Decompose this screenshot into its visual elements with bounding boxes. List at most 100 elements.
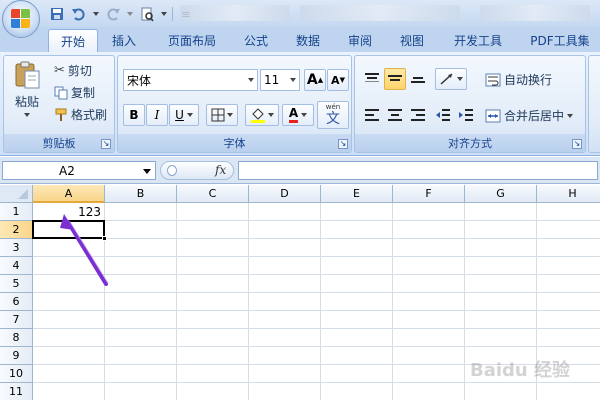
paste-button[interactable]: 粘贴 — [10, 60, 44, 117]
redo-dropdown-icon[interactable] — [126, 5, 134, 23]
paste-dropdown-icon[interactable] — [24, 113, 30, 117]
tab-formulas[interactable]: 公式 — [236, 29, 276, 52]
increase-indent-button[interactable] — [455, 104, 477, 126]
undo-icon[interactable] — [70, 5, 88, 23]
phonetic-guide-button[interactable]: wén 文 — [317, 101, 349, 129]
format-painter-button[interactable]: 格式刷 — [54, 106, 107, 123]
insert-function-button[interactable]: fx — [215, 163, 226, 177]
column-header-f[interactable]: F — [393, 185, 465, 203]
chevron-down-icon[interactable] — [567, 113, 574, 118]
font-name-dropdown[interactable]: 宋体 — [123, 69, 258, 91]
align-top-button[interactable] — [361, 68, 383, 90]
wrap-text-button[interactable]: 自动换行 — [485, 71, 552, 88]
tab-developer[interactable]: 开发工具 — [446, 29, 510, 52]
row-header-6[interactable]: 6 — [0, 293, 33, 311]
column-header-e[interactable]: E — [321, 185, 393, 203]
tab-home[interactable]: 开始 — [48, 29, 98, 52]
save-icon[interactable] — [48, 5, 66, 23]
print-dropdown-icon[interactable] — [160, 5, 168, 23]
name-box[interactable]: A2 — [2, 161, 156, 180]
fill-handle[interactable] — [102, 236, 107, 241]
bold-button[interactable]: B — [123, 104, 145, 126]
clipboard-launcher-icon[interactable]: ↘ — [101, 139, 111, 149]
gridline-vertical — [176, 203, 177, 400]
row-header-1[interactable]: 1 — [0, 203, 33, 221]
select-all-corner[interactable] — [0, 185, 33, 203]
align-center-button[interactable] — [384, 104, 406, 126]
row-header-5[interactable]: 5 — [0, 275, 33, 293]
copy-icon — [54, 86, 68, 99]
row-header-3[interactable]: 3 — [0, 239, 33, 257]
underline-icon: U — [175, 108, 184, 122]
alignment-launcher-icon[interactable]: ↘ — [572, 139, 582, 149]
alignment-group: 自动换行 合并后居中 对齐方式 ↘ — [354, 55, 586, 153]
gridline-horizontal — [33, 346, 600, 347]
tab-data[interactable]: 数据 — [288, 29, 328, 52]
align-bottom-icon — [411, 77, 425, 83]
formula-input[interactable] — [238, 161, 598, 180]
print-preview-icon[interactable] — [138, 5, 156, 23]
row-header-2[interactable]: 2 — [0, 221, 33, 239]
font-color-icon: A — [288, 107, 299, 123]
italic-button[interactable]: I — [146, 104, 168, 126]
borders-button[interactable] — [206, 104, 238, 126]
merge-center-icon — [485, 109, 501, 122]
active-cell[interactable] — [32, 220, 105, 239]
font-color-button[interactable]: A — [282, 104, 314, 126]
fill-color-button[interactable] — [245, 104, 279, 126]
tab-pdf-tools[interactable]: PDF工具集 — [526, 29, 594, 52]
align-left-button[interactable] — [361, 104, 383, 126]
row-header-9[interactable]: 9 — [0, 347, 33, 365]
underline-button[interactable]: U — [169, 104, 199, 126]
column-header-d[interactable]: D — [249, 185, 321, 203]
merge-center-button[interactable]: 合并后居中 — [485, 107, 574, 124]
formula-handle-icon[interactable] — [167, 165, 177, 176]
tab-view[interactable]: 视图 — [392, 29, 432, 52]
redo-icon[interactable] — [104, 5, 122, 23]
select-all-icon — [18, 189, 28, 199]
orientation-button[interactable] — [435, 68, 467, 90]
row-header-8[interactable]: 8 — [0, 329, 33, 347]
gridline-horizontal — [33, 220, 600, 221]
copy-button[interactable]: 复制 — [54, 84, 95, 101]
column-header-h[interactable]: H — [537, 185, 600, 203]
wrap-text-icon — [485, 73, 501, 86]
gridline-horizontal — [33, 292, 600, 293]
row-header-4[interactable]: 4 — [0, 257, 33, 275]
blurred-window-title — [300, 5, 460, 21]
row-header-11[interactable]: 11 — [0, 383, 33, 400]
grow-font-button[interactable]: A ▲ — [304, 69, 326, 91]
cut-button[interactable]: ✂ 剪切 — [54, 62, 92, 79]
align-middle-button[interactable] — [384, 68, 406, 90]
font-name-value: 宋体 — [127, 73, 152, 88]
shrink-font-button[interactable]: A ▼ — [327, 69, 349, 91]
gridline-vertical — [464, 203, 465, 400]
wrap-text-label: 自动换行 — [504, 73, 553, 87]
column-header-c[interactable]: C — [177, 185, 249, 203]
row-header-7[interactable]: 7 — [0, 311, 33, 329]
font-launcher-icon[interactable]: ↘ — [338, 139, 348, 149]
gridline-vertical — [392, 203, 393, 400]
name-box-value: A2 — [59, 163, 75, 178]
title-bar: ≡ — [0, 0, 600, 27]
chevron-down-icon[interactable] — [143, 169, 151, 174]
borders-icon — [211, 108, 225, 122]
format-painter-icon — [55, 108, 67, 121]
font-size-dropdown[interactable]: 11 — [260, 69, 300, 91]
align-right-button[interactable] — [407, 104, 429, 126]
clipboard-group-label: 剪贴板 — [4, 134, 114, 152]
office-button[interactable] — [2, 0, 40, 38]
row-header-10[interactable]: 10 — [0, 365, 33, 383]
cell-a1[interactable]: 123 — [33, 205, 101, 219]
tab-review[interactable]: 审阅 — [340, 29, 380, 52]
column-header-a[interactable]: A — [33, 185, 105, 203]
phonetic-big-text: 文 — [326, 111, 340, 127]
tab-insert[interactable]: 插入 — [104, 29, 144, 52]
tab-page-layout[interactable]: 页面布局 — [158, 29, 226, 52]
column-header-g[interactable]: G — [465, 185, 537, 203]
align-bottom-button[interactable] — [407, 68, 429, 90]
shrink-font-icon: A — [331, 73, 340, 87]
undo-dropdown-icon[interactable] — [92, 5, 100, 23]
column-header-b[interactable]: B — [105, 185, 177, 203]
decrease-indent-button[interactable] — [432, 104, 454, 126]
